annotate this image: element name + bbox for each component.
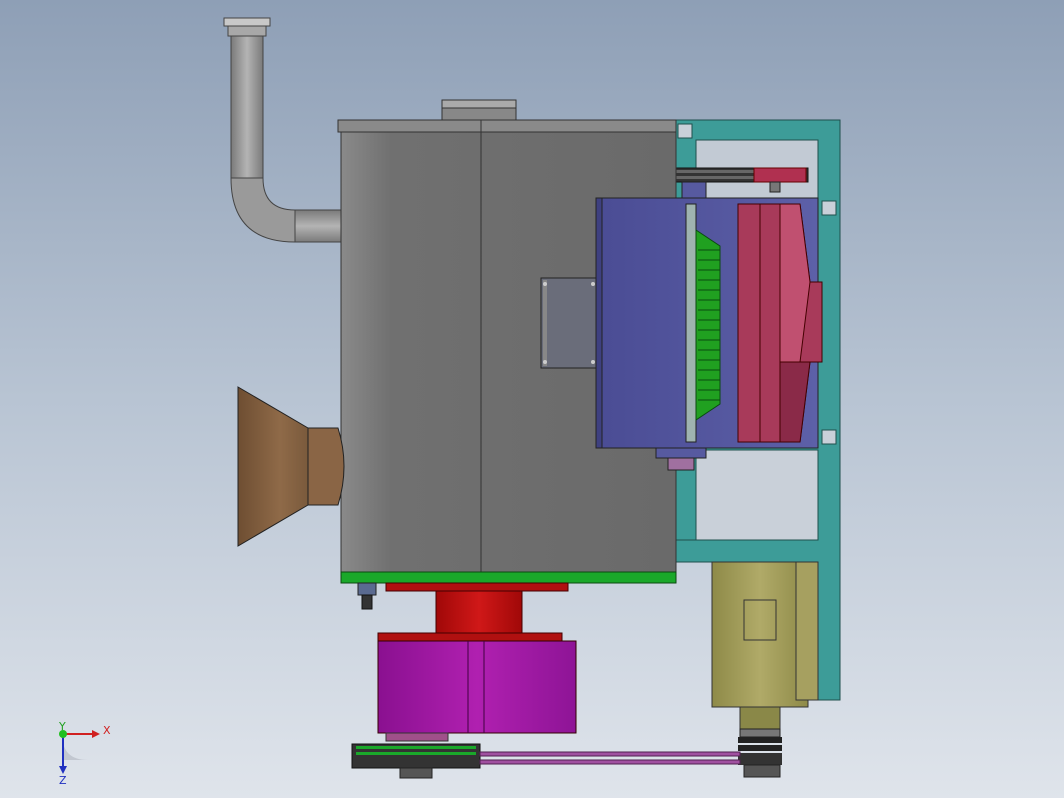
inlet-cone[interactable]: [237, 386, 345, 547]
top-cap[interactable]: [441, 99, 517, 121]
motor-pulley[interactable]: [738, 728, 782, 778]
drum-magenta[interactable]: [377, 640, 577, 742]
base-plate: [340, 571, 677, 584]
exhaust-pipe[interactable]: [223, 17, 342, 243]
bolt-small: [357, 582, 377, 610]
x-axis-label: X: [103, 724, 111, 737]
cad-model-view[interactable]: X Y Z: [0, 0, 1064, 798]
cad-viewport[interactable]: X Y Z: [0, 0, 1064, 798]
coordinate-triad: X Y Z: [58, 720, 111, 787]
motor-body[interactable]: [711, 561, 819, 730]
inspection-plate[interactable]: [540, 277, 598, 369]
y-axis-label: Y: [58, 720, 66, 733]
flange-red[interactable]: [377, 582, 569, 642]
belt[interactable]: [351, 743, 741, 779]
z-axis-label: Z: [59, 774, 67, 787]
